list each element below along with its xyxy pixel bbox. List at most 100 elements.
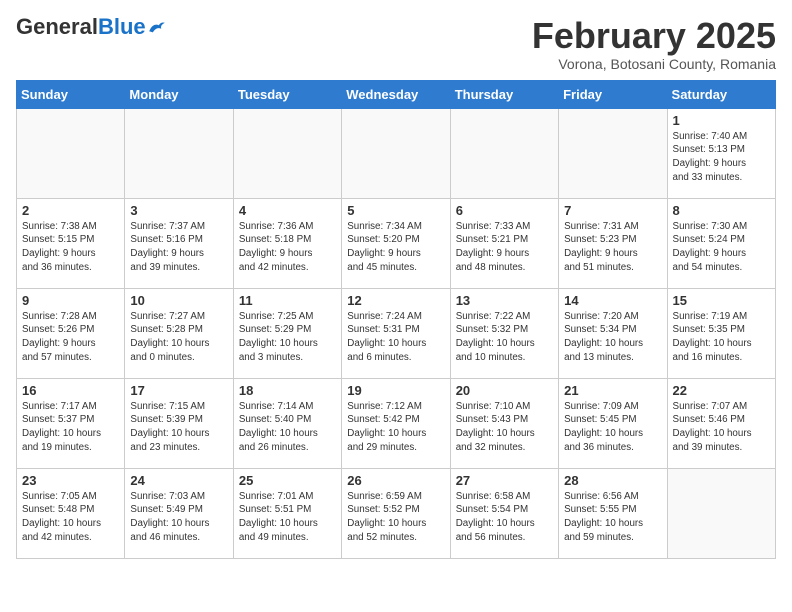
day-info: Sunrise: 7:34 AM Sunset: 5:20 PM Dayligh… [347, 220, 444, 275]
day-info: Sunrise: 7:05 AM Sunset: 5:48 PM Dayligh… [22, 490, 119, 545]
calendar-cell [342, 108, 450, 198]
calendar-week-4: 16 Sunrise: 7:17 AM Sunset: 5:37 PM Dayli… [17, 378, 776, 468]
day-number: 14 [564, 293, 661, 308]
day-info: Sunrise: 7:07 AM Sunset: 5:46 PM Dayligh… [673, 400, 770, 455]
day-number: 6 [456, 203, 553, 218]
calendar-cell: 21Sunrise: 7:09 AM Sunset: 5:45 PM Dayli… [559, 378, 667, 468]
title-area: February 2025 Vorona, Botosani County, R… [532, 16, 776, 72]
calendar-table: Sunday Monday Tuesday Wednesday Thursday… [16, 80, 776, 559]
calendar-cell: 5 Sunrise: 7:34 AM Sunset: 5:20 PM Daylig… [342, 198, 450, 288]
calendar-cell [559, 108, 667, 198]
day-info: Sunrise: 7:01 AM Sunset: 5:51 PM Dayligh… [239, 490, 336, 545]
calendar-cell: 15 Sunrise: 7:19 AM Sunset: 5:35 PM Dayli… [667, 288, 775, 378]
day-number: 20 [456, 383, 553, 398]
calendar-cell: 28Sunrise: 6:56 AM Sunset: 5:55 PM Dayli… [559, 468, 667, 558]
calendar-cell: 1 Sunrise: 7:40 AM Sunset: 5:13 PM Daylig… [667, 108, 775, 198]
calendar-title: February 2025 [532, 16, 776, 56]
calendar-cell: 7 Sunrise: 7:31 AM Sunset: 5:23 PM Daylig… [559, 198, 667, 288]
day-number: 8 [673, 203, 770, 218]
day-number: 4 [239, 203, 336, 218]
calendar-week-3: 9 Sunrise: 7:28 AM Sunset: 5:26 PM Daylig… [17, 288, 776, 378]
calendar-cell [667, 468, 775, 558]
calendar-cell: 18 Sunrise: 7:14 AM Sunset: 5:40 PM Dayli… [233, 378, 341, 468]
day-info: Sunrise: 7:40 AM Sunset: 5:13 PM Dayligh… [673, 130, 770, 185]
calendar-week-2: 2 Sunrise: 7:38 AM Sunset: 5:15 PM Daylig… [17, 198, 776, 288]
calendar-cell: 20 Sunrise: 7:10 AM Sunset: 5:43 PM Dayli… [450, 378, 558, 468]
calendar-cell: 14Sunrise: 7:20 AM Sunset: 5:34 PM Dayli… [559, 288, 667, 378]
day-info: Sunrise: 7:22 AM Sunset: 5:32 PM Dayligh… [456, 310, 553, 365]
day-info: Sunrise: 7:19 AM Sunset: 5:35 PM Dayligh… [673, 310, 770, 365]
day-number: 15 [673, 293, 770, 308]
day-number: 25 [239, 473, 336, 488]
day-info: Sunrise: 7:24 AM Sunset: 5:31 PM Dayligh… [347, 310, 444, 365]
day-info: Sunrise: 7:30 AM Sunset: 5:24 PM Dayligh… [673, 220, 770, 275]
calendar-cell: 26 Sunrise: 6:59 AM Sunset: 5:52 PM Dayli… [342, 468, 450, 558]
calendar-cell: 9 Sunrise: 7:28 AM Sunset: 5:26 PM Daylig… [17, 288, 125, 378]
col-saturday: Saturday [667, 80, 775, 108]
calendar-cell: 27 Sunrise: 6:58 AM Sunset: 5:54 PM Dayli… [450, 468, 558, 558]
calendar-cell: 25 Sunrise: 7:01 AM Sunset: 5:51 PM Dayli… [233, 468, 341, 558]
calendar-cell: 8 Sunrise: 7:30 AM Sunset: 5:24 PM Daylig… [667, 198, 775, 288]
day-number: 16 [22, 383, 119, 398]
calendar-cell: 13 Sunrise: 7:22 AM Sunset: 5:32 PM Dayli… [450, 288, 558, 378]
logo-bird-icon [148, 20, 166, 34]
header: GeneralBlue February 2025 Vorona, Botosa… [16, 16, 776, 72]
calendar-week-1: 1 Sunrise: 7:40 AM Sunset: 5:13 PM Daylig… [17, 108, 776, 198]
day-info: Sunrise: 7:38 AM Sunset: 5:15 PM Dayligh… [22, 220, 119, 275]
day-number: 10 [130, 293, 227, 308]
calendar-cell: 3 Sunrise: 7:37 AM Sunset: 5:16 PM Daylig… [125, 198, 233, 288]
day-info: Sunrise: 7:17 AM Sunset: 5:37 PM Dayligh… [22, 400, 119, 455]
calendar-header-row: Sunday Monday Tuesday Wednesday Thursday… [17, 80, 776, 108]
calendar-cell: 17 Sunrise: 7:15 AM Sunset: 5:39 PM Dayli… [125, 378, 233, 468]
day-number: 5 [347, 203, 444, 218]
calendar-cell [450, 108, 558, 198]
day-info: Sunrise: 6:59 AM Sunset: 5:52 PM Dayligh… [347, 490, 444, 545]
logo: GeneralBlue [16, 16, 166, 38]
day-number: 12 [347, 293, 444, 308]
day-number: 3 [130, 203, 227, 218]
day-info: Sunrise: 7:28 AM Sunset: 5:26 PM Dayligh… [22, 310, 119, 365]
day-number: 9 [22, 293, 119, 308]
day-info: Sunrise: 7:03 AM Sunset: 5:49 PM Dayligh… [130, 490, 227, 545]
calendar-cell: 2 Sunrise: 7:38 AM Sunset: 5:15 PM Daylig… [17, 198, 125, 288]
col-monday: Monday [125, 80, 233, 108]
calendar-cell: 11 Sunrise: 7:25 AM Sunset: 5:29 PM Dayli… [233, 288, 341, 378]
day-number: 24 [130, 473, 227, 488]
day-number: 2 [22, 203, 119, 218]
day-info: Sunrise: 7:15 AM Sunset: 5:39 PM Dayligh… [130, 400, 227, 455]
calendar-cell: 19Sunrise: 7:12 AM Sunset: 5:42 PM Dayli… [342, 378, 450, 468]
col-sunday: Sunday [17, 80, 125, 108]
col-friday: Friday [559, 80, 667, 108]
day-number: 21 [564, 383, 661, 398]
calendar-cell [233, 108, 341, 198]
day-number: 18 [239, 383, 336, 398]
day-number: 7 [564, 203, 661, 218]
day-info: Sunrise: 7:25 AM Sunset: 5:29 PM Dayligh… [239, 310, 336, 365]
day-info: Sunrise: 7:14 AM Sunset: 5:40 PM Dayligh… [239, 400, 336, 455]
calendar-cell: 16 Sunrise: 7:17 AM Sunset: 5:37 PM Dayli… [17, 378, 125, 468]
calendar-subtitle: Vorona, Botosani County, Romania [532, 56, 776, 72]
day-info: Sunrise: 6:58 AM Sunset: 5:54 PM Dayligh… [456, 490, 553, 545]
day-number: 1 [673, 113, 770, 128]
calendar-cell [17, 108, 125, 198]
day-number: 26 [347, 473, 444, 488]
day-number: 11 [239, 293, 336, 308]
day-number: 22 [673, 383, 770, 398]
day-info: Sunrise: 7:37 AM Sunset: 5:16 PM Dayligh… [130, 220, 227, 275]
calendar-cell: 4 Sunrise: 7:36 AM Sunset: 5:18 PM Daylig… [233, 198, 341, 288]
day-info: Sunrise: 7:27 AM Sunset: 5:28 PM Dayligh… [130, 310, 227, 365]
calendar-cell: 23Sunrise: 7:05 AM Sunset: 5:48 PM Dayli… [17, 468, 125, 558]
calendar-cell [125, 108, 233, 198]
calendar-cell: 22 Sunrise: 7:07 AM Sunset: 5:46 PM Dayli… [667, 378, 775, 468]
logo-text: GeneralBlue [16, 16, 146, 38]
day-info: Sunrise: 7:10 AM Sunset: 5:43 PM Dayligh… [456, 400, 553, 455]
day-info: Sunrise: 7:36 AM Sunset: 5:18 PM Dayligh… [239, 220, 336, 275]
day-number: 28 [564, 473, 661, 488]
day-info: Sunrise: 7:12 AM Sunset: 5:42 PM Dayligh… [347, 400, 444, 455]
day-info: Sunrise: 7:31 AM Sunset: 5:23 PM Dayligh… [564, 220, 661, 275]
day-number: 13 [456, 293, 553, 308]
calendar-week-5: 23Sunrise: 7:05 AM Sunset: 5:48 PM Dayli… [17, 468, 776, 558]
day-number: 17 [130, 383, 227, 398]
col-thursday: Thursday [450, 80, 558, 108]
day-number: 27 [456, 473, 553, 488]
